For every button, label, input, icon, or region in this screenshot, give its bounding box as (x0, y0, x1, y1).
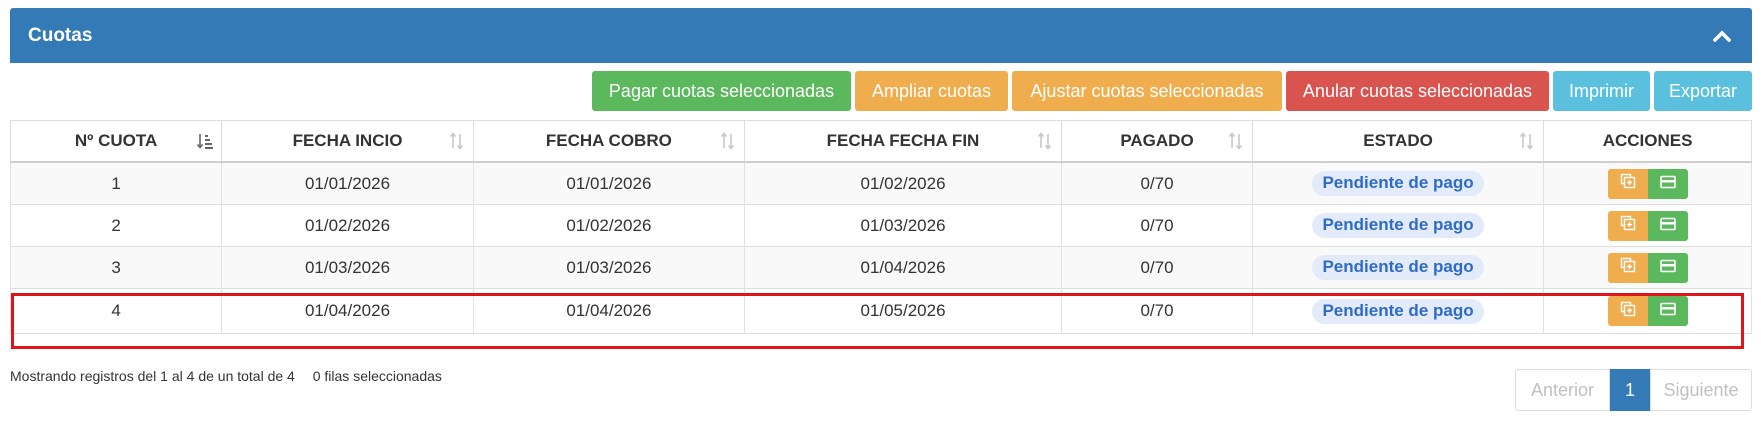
copy-plus-icon (1620, 173, 1636, 194)
copy-plus-icon (1620, 301, 1636, 322)
column-header-label: Nº CUOTA (74, 131, 158, 150)
cell-fecha-cobro: 01/04/2026 (472, 288, 745, 334)
status-badge: Pendiente de pago (1312, 171, 1484, 196)
cell-pagado: 0/70 (1061, 288, 1253, 334)
row-actions (1607, 168, 1688, 199)
sort-both-icon (448, 132, 466, 150)
cell-estado: Pendiente de pago (1251, 204, 1545, 247)
sort-both-icon (719, 132, 737, 150)
print-button[interactable]: Imprimir (1553, 71, 1650, 111)
sort-asc-icon (196, 132, 214, 150)
cell-pagado: 0/70 (1061, 161, 1253, 205)
column-header-label: PAGADO (1120, 131, 1194, 150)
column-header-fecha-fin[interactable]: FECHA FECHA FIN (743, 120, 1063, 163)
cell-fecha-fin: 01/02/2026 (743, 161, 1063, 205)
cell-acciones (1543, 246, 1752, 289)
current-page-button[interactable]: 1 (1610, 369, 1650, 411)
credit-card-icon (1659, 216, 1676, 236)
table-row[interactable]: 2 01/02/2026 01/02/2026 01/03/2026 0/70 … (9, 204, 1752, 247)
cell-fecha-fin: 01/05/2026 (743, 288, 1063, 334)
table-info: Mostrando registros del 1 al 4 de un tot… (10, 368, 442, 384)
cell-fecha-inicio: 01/03/2026 (221, 246, 474, 289)
next-page-button[interactable]: Siguiente (1650, 369, 1752, 411)
cell-estado: Pendiente de pago (1251, 288, 1545, 334)
table-row[interactable]: 3 01/03/2026 01/03/2026 01/04/2026 0/70 … (9, 246, 1752, 289)
column-header-label: FECHA COBRO (545, 131, 672, 150)
table-row[interactable]: 4 01/04/2026 01/04/2026 01/05/2026 0/70 … (9, 288, 1752, 334)
status-badge: Pendiente de pago (1312, 298, 1484, 324)
row-actions (1607, 296, 1688, 326)
cell-fecha-cobro: 01/03/2026 (472, 246, 745, 289)
column-header-fecha-cobro[interactable]: FECHA COBRO (472, 120, 745, 163)
column-header-cuota[interactable]: Nº CUOTA (9, 120, 223, 163)
cell-estado: Pendiente de pago (1251, 246, 1545, 289)
credit-card-icon (1659, 301, 1676, 321)
cell-fecha-inicio: 01/02/2026 (221, 204, 474, 247)
table-row[interactable]: 1 01/01/2026 01/01/2026 01/02/2026 0/70 … (9, 161, 1752, 205)
row-actions (1607, 252, 1688, 283)
adjust-selected-button[interactable]: Ajustar cuotas seleccionadas (1012, 71, 1282, 111)
table-header-row: Nº CUOTA FECHA INCIO FECHA COBRO FECHA F… (9, 120, 1752, 163)
column-header-label: FECHA FECHA FIN (826, 131, 980, 150)
sort-both-icon (1518, 132, 1536, 150)
export-button[interactable]: Exportar (1654, 71, 1752, 111)
cell-cuota: 3 (9, 246, 223, 289)
column-header-fecha-inicio[interactable]: FECHA INCIO (221, 120, 474, 163)
previous-page-button[interactable]: Anterior (1515, 369, 1610, 411)
cancel-selected-button[interactable]: Anular cuotas seleccionadas (1286, 71, 1549, 111)
sort-both-icon (1036, 132, 1054, 150)
panel-header: Cuotas (10, 8, 1752, 63)
cell-acciones (1543, 161, 1752, 205)
panel-title: Cuotas (28, 24, 93, 46)
pay-button[interactable] (1647, 296, 1688, 326)
extend-button[interactable]: Ampliar cuotas (855, 71, 1008, 111)
pagination: Anterior 1 Siguiente (1515, 369, 1752, 411)
column-header-acciones: ACCIONES (1543, 120, 1752, 163)
column-header-label: FECHA INCIO (292, 131, 403, 150)
cell-pagado: 0/70 (1061, 246, 1253, 289)
cell-cuota: 1 (9, 161, 223, 205)
cell-cuota: 2 (9, 204, 223, 247)
records-info: Mostrando registros del 1 al 4 de un tot… (10, 368, 295, 384)
status-badge: Pendiente de pago (1312, 255, 1484, 280)
cell-fecha-cobro: 01/02/2026 (472, 204, 745, 247)
column-header-estado[interactable]: ESTADO (1251, 120, 1545, 163)
cell-acciones (1543, 204, 1752, 247)
status-badge: Pendiente de pago (1312, 213, 1484, 238)
cell-fecha-inicio: 01/01/2026 (221, 161, 474, 205)
cell-pagado: 0/70 (1061, 204, 1253, 247)
cell-estado: Pendiente de pago (1251, 161, 1545, 205)
cell-acciones (1543, 288, 1752, 334)
pay-button[interactable] (1647, 210, 1688, 241)
cell-fecha-inicio: 01/04/2026 (221, 288, 474, 334)
column-header-label: ACCIONES (1602, 131, 1693, 150)
selected-rows-info: 0 filas seleccionadas (312, 368, 442, 384)
cell-cuota: 4 (9, 288, 223, 334)
pay-button[interactable] (1647, 252, 1688, 283)
sort-both-icon (1227, 132, 1245, 150)
add-copy-button[interactable] (1607, 210, 1648, 241)
copy-plus-icon (1620, 257, 1636, 278)
column-header-label: ESTADO (1363, 131, 1433, 150)
credit-card-icon (1659, 174, 1676, 194)
chevron-up-icon[interactable] (1712, 26, 1732, 46)
add-copy-button[interactable] (1607, 168, 1648, 199)
cell-fecha-fin: 01/03/2026 (743, 204, 1063, 247)
add-copy-button[interactable] (1607, 252, 1648, 283)
column-header-pagado[interactable]: PAGADO (1061, 120, 1253, 163)
copy-plus-icon (1620, 215, 1636, 236)
cuotas-table: Nº CUOTA FECHA INCIO FECHA COBRO FECHA F… (9, 120, 1752, 334)
add-copy-button[interactable] (1607, 296, 1648, 326)
pay-button[interactable] (1647, 168, 1688, 199)
pay-selected-button[interactable]: Pagar cuotas seleccionadas (592, 71, 851, 111)
row-actions (1607, 210, 1688, 241)
toolbar: Pagar cuotas seleccionadas Ampliar cuota… (588, 71, 1752, 111)
credit-card-icon (1659, 258, 1676, 278)
cell-fecha-fin: 01/04/2026 (743, 246, 1063, 289)
cell-fecha-cobro: 01/01/2026 (472, 161, 745, 205)
